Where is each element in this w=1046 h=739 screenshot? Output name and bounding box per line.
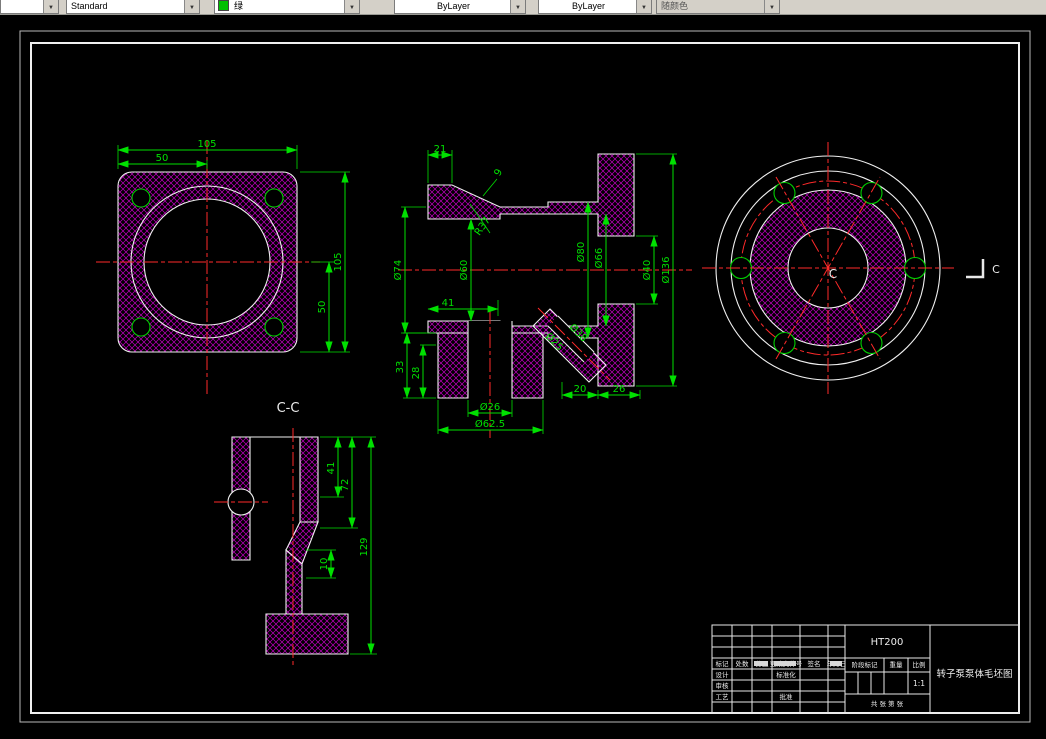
linetype-dropdown-arrow-icon[interactable]: ▼ <box>510 0 525 13</box>
plotstyle-dropdown-arrow-icon: ▼ <box>764 0 779 13</box>
sheet-info: 共 张 第 张 <box>871 699 904 708</box>
style-value: Standard <box>71 1 108 11</box>
dimension-text: 105 <box>197 139 216 150</box>
bolt-hole <box>860 181 883 205</box>
dimension-text: 21 <box>434 144 447 155</box>
properties-toolbar: ▼ Standard ▼ 绿 ▼ ByLayer ▼ ByLayer ▼ 随颜色… <box>0 0 1046 15</box>
layer-combobox[interactable]: ▼ <box>0 0 59 14</box>
plotstyle-value: 随颜色 <box>661 1 689 11</box>
titleblock-label: 设计 <box>716 670 730 679</box>
layer-value <box>1 12 43 13</box>
lineweight-value: ByLayer <box>571 1 606 11</box>
color-value: 绿 <box>234 1 244 11</box>
color-swatch-icon <box>218 0 229 11</box>
end-view: C C <box>702 142 1000 394</box>
dimension-text: Ø40 <box>641 260 653 281</box>
signature-redaction <box>774 661 796 666</box>
dimension-text: 129 <box>359 537 370 556</box>
titleblock-label: 签名 <box>808 659 821 668</box>
dimension-text: Ø80 <box>575 242 587 263</box>
drawing-svg: 105 50 105 50 21 9 R37 Ø74 41 Ø60 Ø80 Ø6… <box>19 30 1031 723</box>
titleblock-label: 标准化 <box>776 670 796 679</box>
dimension-text: 50 <box>156 153 169 164</box>
bolt-hole <box>860 331 883 355</box>
titleblock-label: 工艺 <box>716 693 730 701</box>
linetype-combobox[interactable]: ByLayer ▼ <box>394 0 526 14</box>
dimension-text: 50 <box>317 301 328 314</box>
dimension-text: Ø66 <box>593 248 605 269</box>
title-block: 标记 处数 分区 更改文件号 签名 年月日 设计 标准化 审核 工艺 批准 HT… <box>711 624 1020 714</box>
plotstyle-combobox: 随颜色 ▼ <box>656 0 780 14</box>
dimension-text: Ø26 <box>480 401 501 413</box>
dimension-text: Ø136 <box>660 257 672 284</box>
linetype-value: ByLayer <box>436 1 471 11</box>
drawing-title: 转子泵泵体毛坯图 <box>936 668 1012 680</box>
signature-redaction <box>754 661 768 666</box>
dimension-text: 9 <box>492 167 505 178</box>
dimension-text: 10 <box>319 558 330 571</box>
cc-foot <box>265 613 349 655</box>
bolt-hole <box>773 331 796 355</box>
color-dropdown-arrow-icon[interactable]: ▼ <box>344 0 359 13</box>
dimension-text: 26 <box>613 384 626 395</box>
color-combobox[interactable]: 绿 ▼ <box>214 0 360 14</box>
dimension-text: 41 <box>326 462 337 475</box>
bolt-hole <box>264 317 284 337</box>
upper-section-body <box>427 153 635 237</box>
material-value: HT200 <box>871 637 904 648</box>
bolt-hole <box>264 188 284 208</box>
cc-wall <box>299 436 319 523</box>
dimension-text: 41 <box>442 298 455 309</box>
cc-section-view: C-C 41 72 129 10 <box>214 401 377 668</box>
bolt-hole <box>773 181 796 205</box>
cutting-plane-icon <box>966 259 985 279</box>
dimension-text: 72 <box>340 479 351 492</box>
layer-dropdown-arrow-icon[interactable]: ▼ <box>43 0 58 13</box>
titleblock-label: 处数 <box>736 659 750 668</box>
view-title: C-C <box>277 401 300 416</box>
lineweight-dropdown-arrow-icon[interactable]: ▼ <box>636 0 651 13</box>
dimension-text: Ø74 <box>392 260 404 281</box>
style-combobox[interactable]: Standard ▼ <box>66 0 200 14</box>
dimension-text: 20 <box>574 384 587 395</box>
titleblock-label: 标记 <box>716 659 730 668</box>
dimension-text: 33 <box>395 361 406 374</box>
dimension-text: 28 <box>411 367 422 380</box>
bottom-port-wall <box>511 332 544 399</box>
dimension-text: 105 <box>333 252 344 271</box>
model-space-canvas[interactable]: 105 50 105 50 21 9 R37 Ø74 41 Ø60 Ø80 Ø6… <box>0 14 1046 734</box>
scale-value: 1:1 <box>913 679 925 688</box>
titleblock-label: 审核 <box>716 681 730 690</box>
dimension-text: Ø60 <box>458 260 470 281</box>
bottom-port-wall <box>437 332 469 399</box>
section-label: C <box>829 267 837 281</box>
titleblock-label: 重量 <box>890 661 904 669</box>
section-label: C <box>992 263 1000 276</box>
bolt-hole <box>131 317 151 337</box>
bolt-hole <box>131 188 151 208</box>
style-dropdown-arrow-icon[interactable]: ▼ <box>184 0 199 13</box>
titleblock-label: 阶段标记 <box>852 660 879 669</box>
signature-redaction <box>830 661 842 666</box>
lineweight-combobox[interactable]: ByLayer ▼ <box>538 0 652 14</box>
front-view: 105 50 105 50 <box>96 139 350 396</box>
titleblock-label: 批准 <box>780 692 794 701</box>
dimension-text: Ø62.5 <box>475 418 505 430</box>
titleblock-label: 比例 <box>913 660 926 669</box>
section-view: 21 9 R37 Ø74 41 Ø60 Ø80 Ø66 Ø40 Ø136 33 … <box>392 144 692 438</box>
